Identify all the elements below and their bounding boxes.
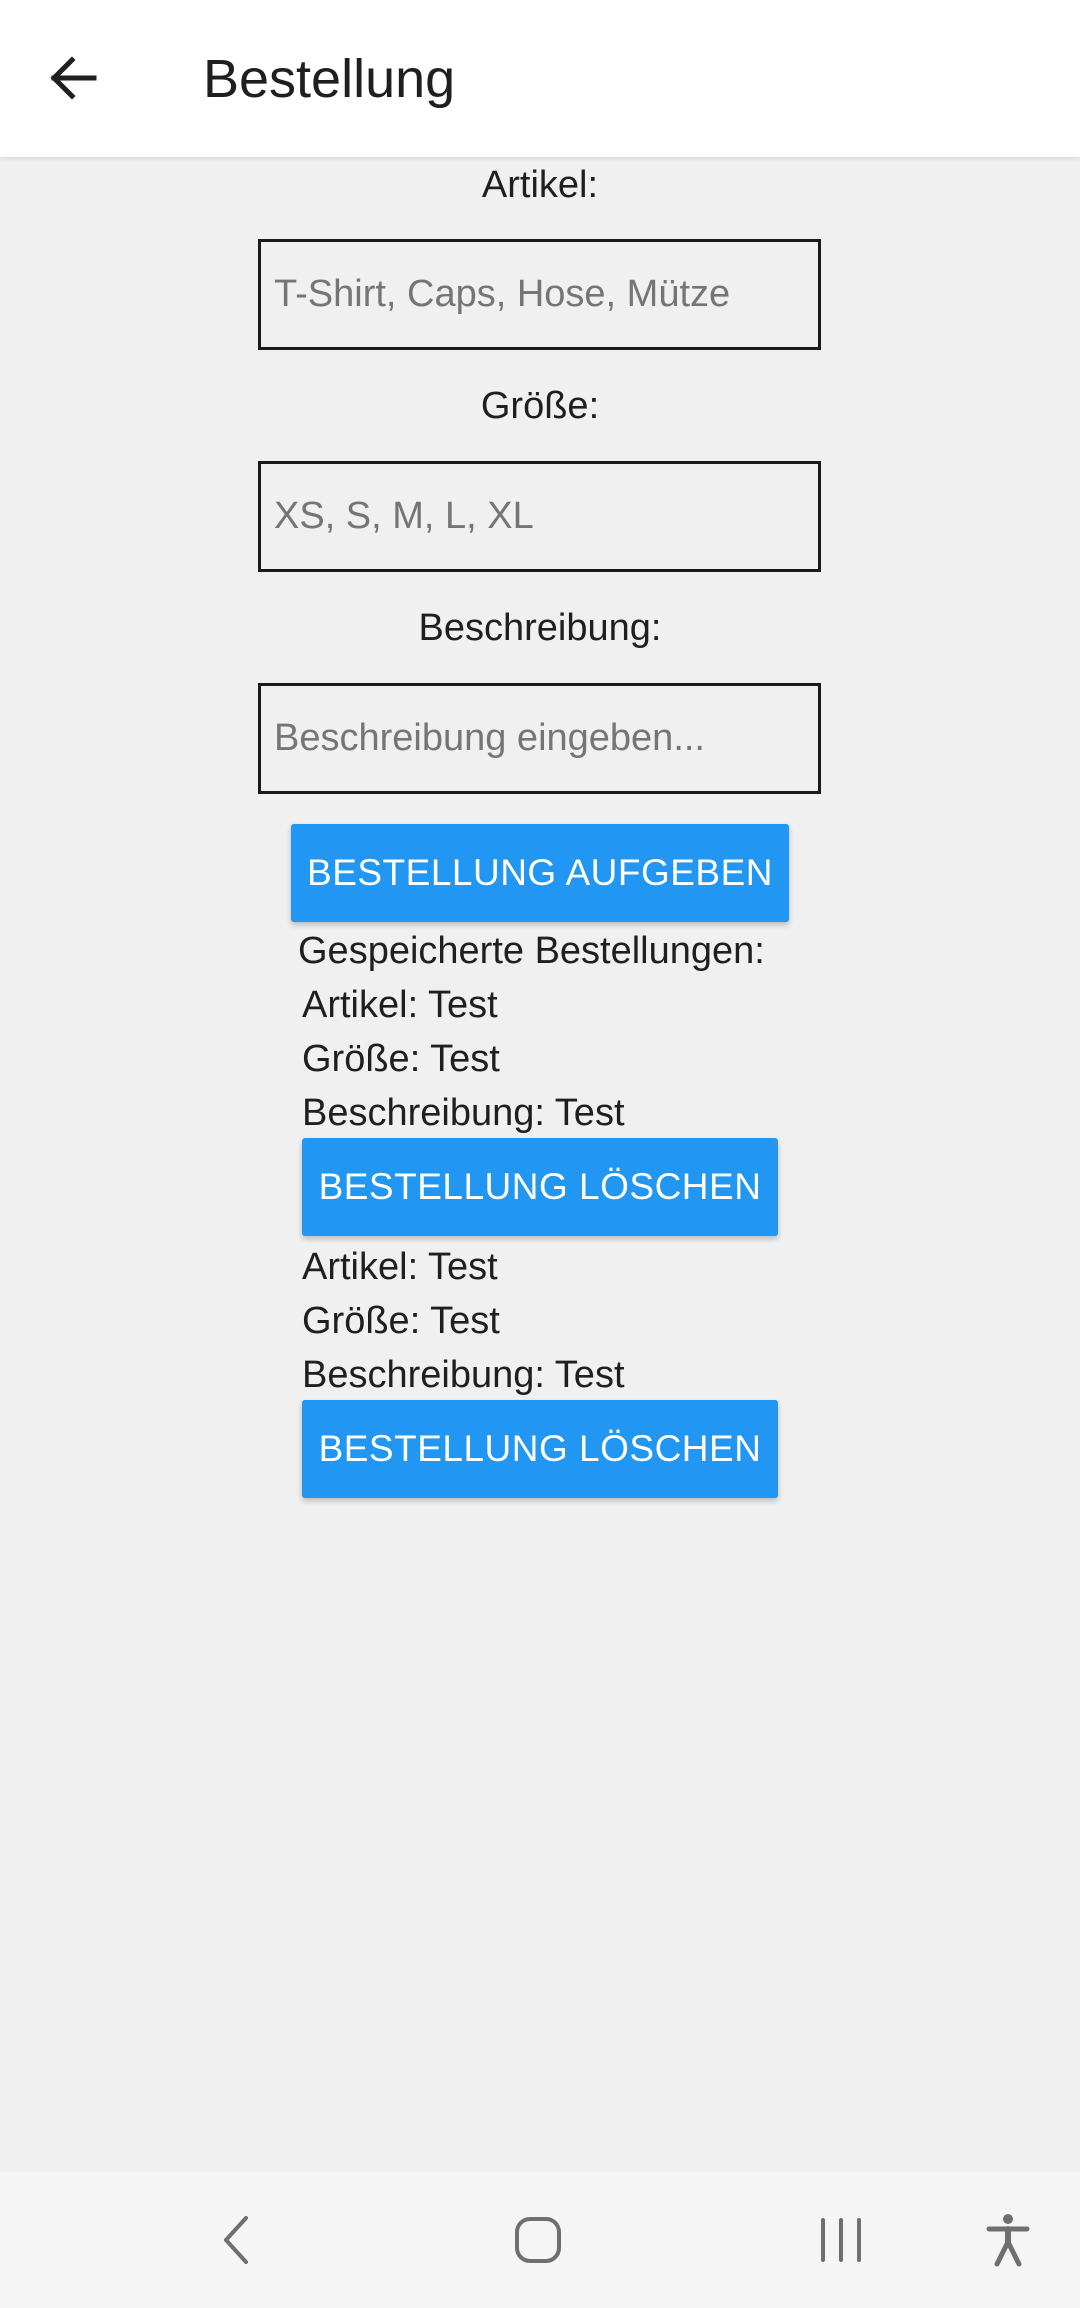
order-artikel: Artikel: Test: [302, 984, 498, 1026]
recent-apps-icon: [821, 2218, 861, 2262]
order-groesse: Größe: Test: [302, 1300, 500, 1342]
beschreibung-field[interactable]: [258, 683, 821, 794]
order-beschreibung: Beschreibung: Test: [302, 1354, 625, 1396]
system-home-button[interactable]: [498, 2200, 578, 2280]
order-form-screen: Artikel: Größe: Beschreibung: BESTELLUNG…: [0, 157, 1080, 2172]
system-accessibility-button[interactable]: [968, 2200, 1048, 2280]
artikel-input[interactable]: [261, 242, 818, 347]
groesse-label: Größe:: [480, 385, 600, 427]
delete-order-button[interactable]: BESTELLUNG LÖSCHEN: [302, 1138, 778, 1236]
system-back-button[interactable]: [196, 2200, 276, 2280]
place-order-button[interactable]: BESTELLUNG AUFGEBEN: [291, 824, 789, 922]
nav-back-icon: [224, 2216, 248, 2264]
groesse-field[interactable]: [258, 461, 821, 572]
beschreibung-label: Beschreibung:: [418, 607, 662, 649]
delete-order-button[interactable]: BESTELLUNG LÖSCHEN: [302, 1400, 778, 1498]
saved-orders-heading: Gespeicherte Bestellungen:: [298, 930, 765, 972]
system-navigation-bar: [0, 2172, 1080, 2308]
app-bar: Bestellung: [0, 0, 1080, 157]
order-artikel: Artikel: Test: [302, 1246, 498, 1288]
artikel-label: Artikel:: [481, 164, 599, 206]
back-button[interactable]: [38, 38, 108, 118]
beschreibung-input[interactable]: [261, 686, 818, 791]
artikel-field[interactable]: [258, 239, 821, 350]
arrow-left-icon: [50, 56, 97, 100]
page-title: Bestellung: [203, 49, 456, 109]
accessibility-icon: [986, 2214, 1030, 2267]
order-beschreibung: Beschreibung: Test: [302, 1092, 625, 1134]
system-recents-button[interactable]: [801, 2200, 881, 2280]
home-icon: [515, 2217, 561, 2263]
groesse-input[interactable]: [261, 464, 818, 569]
order-groesse: Größe: Test: [302, 1038, 500, 1080]
